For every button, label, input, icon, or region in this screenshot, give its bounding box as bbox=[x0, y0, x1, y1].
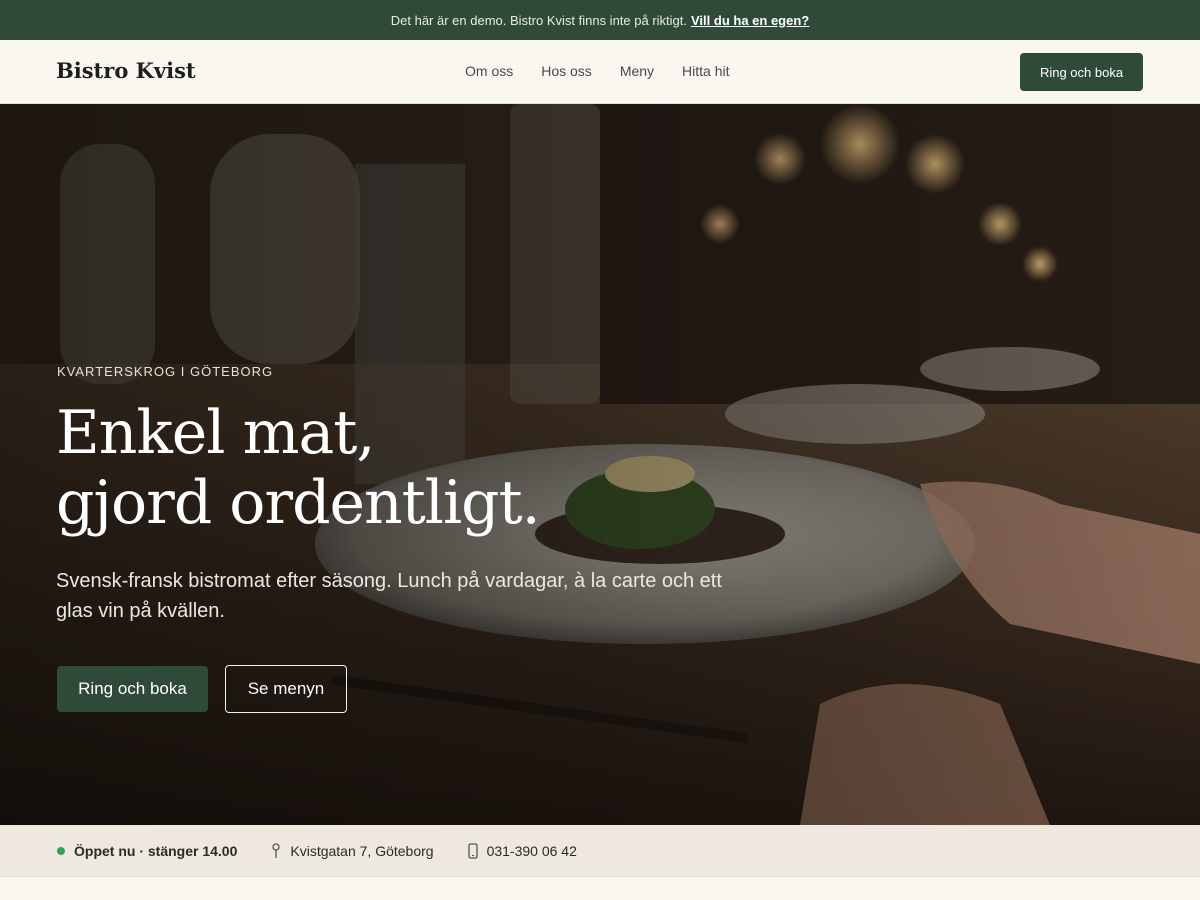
phone-item[interactable]: 031-390 06 42 bbox=[467, 842, 577, 859]
address-text: Kvistgatan 7, Göteborg bbox=[290, 842, 434, 859]
hero-menu-button[interactable]: Se menyn bbox=[225, 665, 347, 713]
main-nav: Om oss Hos oss Meny Hitta hit bbox=[465, 63, 730, 79]
hero-eyebrow: KVARTERSKROG I GÖTEBORG bbox=[57, 364, 274, 379]
phone-text: 031-390 06 42 bbox=[486, 842, 577, 859]
demo-banner-text: Det här är en demo. Bistro Kvist finns i… bbox=[390, 12, 687, 28]
demo-banner: Det här är en demo. Bistro Kvist finns i… bbox=[0, 0, 1200, 40]
nav-link-hos-oss[interactable]: Hos oss bbox=[541, 63, 592, 79]
site-header: Bistro Kvist Om oss Hos oss Meny Hitta h… bbox=[0, 40, 1200, 104]
hero-book-button[interactable]: Ring och boka bbox=[57, 666, 208, 712]
hero-description: Svensk-fransk bistromat efter säsong. Lu… bbox=[56, 570, 722, 622]
opening-status-text: Öppet nu · stänger 14.00 bbox=[74, 842, 238, 859]
address-item[interactable]: Kvistgatan 7, Göteborg bbox=[271, 842, 434, 859]
info-bar: Öppet nu · stänger 14.00 Kvistgatan 7, G… bbox=[0, 825, 1200, 877]
hero-headline: Enkel mat, gjord ordentligt. bbox=[56, 398, 756, 538]
header-book-button[interactable]: Ring och boka bbox=[1020, 53, 1143, 91]
brand-logo[interactable]: Bistro Kvist bbox=[56, 58, 196, 83]
status-dot-icon bbox=[57, 846, 65, 855]
opening-status: Öppet nu · stänger 14.00 bbox=[57, 843, 237, 859]
nav-link-om-oss[interactable]: Om oss bbox=[465, 63, 513, 79]
map-pin-icon bbox=[272, 842, 281, 858]
nav-link-meny[interactable]: Meny bbox=[620, 63, 654, 79]
hero-section: KVARTERSKROG I GÖTEBORG Enkel mat, gjord… bbox=[0, 104, 1200, 825]
demo-banner-link[interactable]: Vill du ha en egen? bbox=[691, 13, 809, 28]
hero-headline-line-1: Enkel mat, bbox=[56, 398, 375, 468]
hero-headline-line-2: gjord ordentligt. bbox=[56, 468, 541, 538]
nav-link-hitta-hit[interactable]: Hitta hit bbox=[682, 63, 729, 79]
page-continuation bbox=[0, 878, 1200, 900]
phone-icon bbox=[467, 842, 478, 859]
